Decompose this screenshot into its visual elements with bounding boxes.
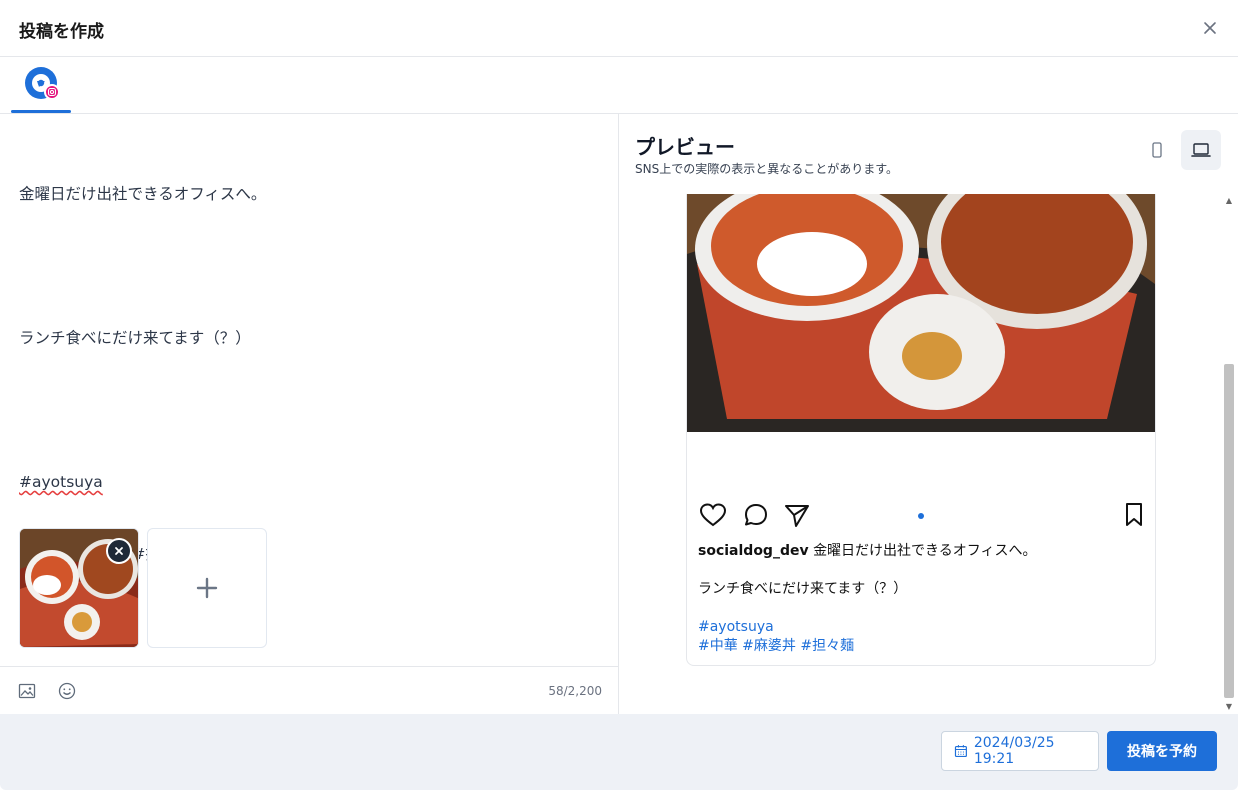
caption-hashtag[interactable]: #ayotsuya: [698, 619, 774, 635]
editor-toolbar: 58/2,200: [0, 666, 618, 714]
instagram-post-preview: socialdog_dev 金曜日だけ出社できるオフィスへ。 ランチ食べにだけ来…: [686, 194, 1156, 666]
post-text-hashtag: #ayotsuya: [19, 473, 103, 491]
caption-hashtag[interactable]: #中華 #麻婆丼 #担々麺: [698, 638, 854, 654]
bookmark-icon[interactable]: [1121, 502, 1149, 528]
image-icon[interactable]: [17, 681, 37, 701]
schedule-datetime-button[interactable]: 2024/03/25 19:21: [941, 731, 1099, 771]
create-post-modal: 投稿を作成 金曜日だけ出社できるオフィスへ。 ランチ食べにだけ来てます（？） #…: [0, 0, 1238, 790]
instagram-caption: socialdog_dev 金曜日だけ出社できるオフィスへ。 ランチ食べにだけ来…: [698, 542, 1138, 656]
preview-scroll-area[interactable]: socialdog_dev 金曜日だけ出社できるオフィスへ。 ランチ食べにだけ来…: [619, 194, 1238, 714]
food-photo: [687, 194, 1155, 432]
instagram-username[interactable]: socialdog_dev: [698, 543, 809, 559]
instagram-actions: [687, 500, 1155, 530]
carousel-dot: [918, 513, 924, 519]
tab-account-instagram[interactable]: [11, 57, 71, 113]
calendar-icon: [954, 745, 967, 758]
modal-footer: 2024/03/25 19:21 投稿を予約: [0, 714, 1238, 790]
remove-media-button[interactable]: [106, 538, 132, 564]
preview-panel: プレビュー SNS上での実際の表示と異なることがあります。 socialdog_…: [619, 114, 1238, 714]
plus-icon: [196, 577, 218, 599]
post-text-line: [19, 398, 599, 422]
close-icon[interactable]: [1200, 18, 1220, 38]
caption-text: 金曜日だけ出社できるオフィスへ。: [813, 543, 1037, 559]
post-text-line: ランチ食べにだけ来てます（？）: [19, 329, 251, 347]
account-tabs: [0, 57, 1238, 114]
preview-subtitle: SNS上での実際の表示と異なることがあります。: [635, 162, 899, 176]
caption-text: ランチ食べにだけ来てます（？）: [698, 581, 908, 597]
add-media-button[interactable]: [147, 528, 267, 648]
character-count: 58/2,200: [548, 684, 602, 698]
scroll-up-icon[interactable]: ▲: [1224, 196, 1234, 206]
share-icon[interactable]: [783, 502, 811, 528]
scrollbar-thumb[interactable]: [1224, 364, 1234, 698]
preview-scrollbar[interactable]: ▲ ▼: [1222, 194, 1235, 714]
close-icon: [115, 547, 123, 555]
post-editor: 金曜日だけ出社できるオフィスへ。 ランチ食べにだけ来てます（？） #ayotsu…: [0, 114, 619, 714]
post-text-line: #ayotsuya: [19, 470, 599, 494]
schedule-datetime: 2024/03/25 19:21: [973, 735, 1055, 767]
post-text-line: [19, 254, 599, 278]
scroll-down-icon[interactable]: ▼: [1224, 702, 1234, 712]
comment-icon[interactable]: [742, 502, 770, 528]
laptop-icon: [1191, 143, 1211, 157]
post-text-line: 金曜日だけ出社できるオフィスへ。: [19, 185, 267, 203]
modal-header: 投稿を作成: [0, 0, 1238, 57]
mobile-phone-icon: [1152, 142, 1162, 158]
instagram-icon: [44, 84, 60, 100]
media-thumbnail[interactable]: [19, 528, 139, 648]
schedule-post-button[interactable]: 投稿を予約: [1107, 731, 1217, 771]
emoji-icon[interactable]: [57, 681, 77, 701]
tab-active-indicator: [11, 110, 71, 113]
heart-icon[interactable]: [699, 502, 727, 528]
desktop-preview-button[interactable]: [1181, 130, 1221, 170]
modal-title: 投稿を作成: [19, 22, 104, 42]
preview-title: プレビュー: [635, 135, 735, 159]
mobile-preview-button[interactable]: [1137, 130, 1177, 170]
